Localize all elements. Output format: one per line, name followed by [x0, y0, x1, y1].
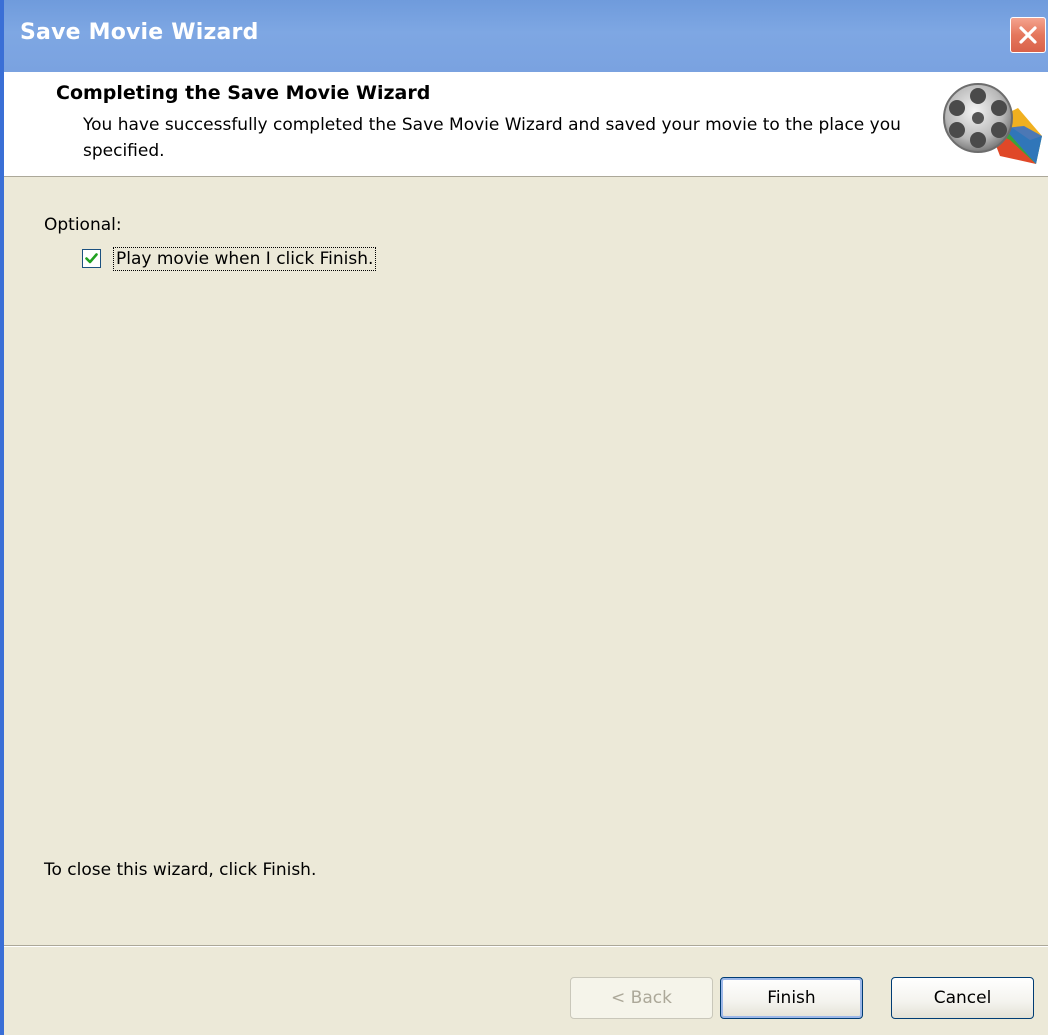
finish-button[interactable]: Finish [720, 977, 863, 1019]
checkmark-icon [85, 253, 98, 264]
wizard-header: Completing the Save Movie Wizard You hav… [4, 72, 1048, 177]
title-bar[interactable]: Save Movie Wizard [4, 0, 1048, 72]
close-button[interactable] [1010, 17, 1046, 53]
window-title: Save Movie Wizard [20, 20, 259, 45]
play-movie-checkbox[interactable] [82, 249, 101, 268]
footer-divider [4, 945, 1048, 947]
back-button[interactable]: < Back [570, 977, 713, 1019]
header-title: Completing the Save Movie Wizard [56, 82, 431, 104]
close-instructions: To close this wizard, click Finish. [44, 860, 317, 880]
wizard-body: Optional: Play movie when I click Finish… [4, 177, 1048, 945]
optional-label: Optional: [44, 215, 122, 235]
film-reel-icon [940, 78, 1046, 174]
close-icon [1019, 26, 1037, 44]
save-movie-wizard-window: Save Movie Wizard Completing the Save Mo… [0, 0, 1048, 1035]
play-movie-checkbox-label[interactable]: Play movie when I click Finish. [113, 247, 377, 271]
cancel-button[interactable]: Cancel [891, 977, 1034, 1019]
header-subtitle: You have successfully completed the Save… [83, 115, 901, 161]
